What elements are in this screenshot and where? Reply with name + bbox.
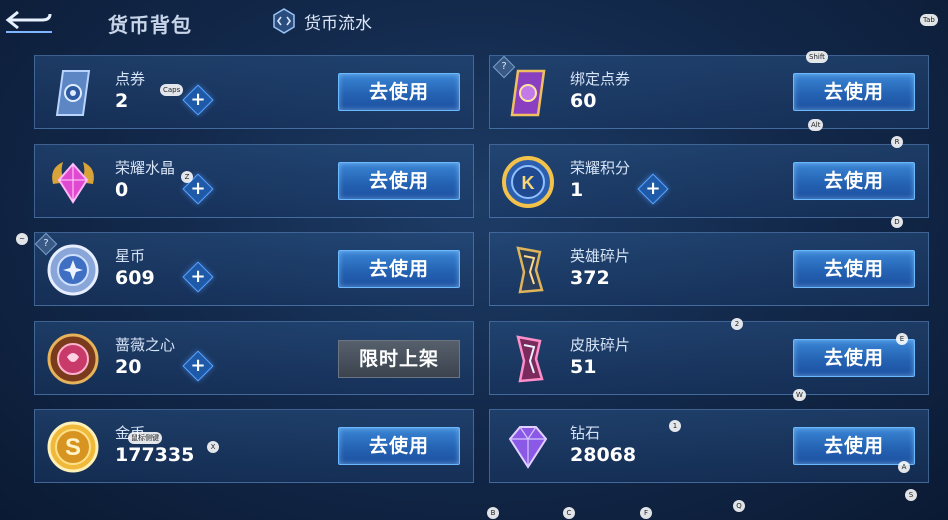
tab-currency-flow[interactable]: 货币流水 <box>272 8 372 34</box>
currency-card-hero-shard: 英雄碎片 372 去使用 <box>489 232 929 306</box>
key-hint: 2 <box>731 318 743 330</box>
currency-value: 0 <box>115 179 129 201</box>
svg-text:K: K <box>522 173 535 193</box>
ticket-icon <box>55 70 91 116</box>
use-button[interactable]: 去使用 <box>338 73 460 111</box>
crystal-icon <box>52 162 94 204</box>
use-button[interactable]: 去使用 <box>338 427 460 465</box>
use-button[interactable]: 去使用 <box>793 73 915 111</box>
star-coin-icon <box>47 244 99 296</box>
use-button[interactable]: 去使用 <box>338 162 460 200</box>
currency-card-crystal: 荣耀水晶 0 + 去使用 <box>34 144 474 218</box>
currency-card-honor-points: K 荣耀积分 1 + 去使用 <box>489 144 929 218</box>
currency-card-diamond: 钻石 28068 去使用 <box>489 409 929 483</box>
key-hint: ~ <box>16 233 28 245</box>
key-hint: F <box>640 507 652 519</box>
currency-value: 20 <box>115 356 142 378</box>
currency-flow-icon <box>273 8 295 34</box>
add-honor-points-button[interactable]: + <box>637 173 669 205</box>
key-hint: R <box>891 136 903 148</box>
currency-card-starcoin: 星币 609 + 去使用 <box>34 232 474 306</box>
currency-value: 28068 <box>570 444 637 466</box>
use-button[interactable]: 去使用 <box>793 339 915 377</box>
page-title: 货币背包 <box>108 13 192 37</box>
currency-name: 荣耀水晶 <box>115 159 176 177</box>
currency-card-bound-ticket: 绑定点券 60 去使用 <box>489 55 929 129</box>
key-hint: Z <box>181 171 193 183</box>
plus-icon: + <box>190 266 206 287</box>
currency-name: 钻石 <box>570 424 601 442</box>
diamond-icon <box>508 426 548 469</box>
key-hint: 1 <box>669 420 681 432</box>
key-hint: X <box>207 441 219 453</box>
use-button[interactable]: 去使用 <box>338 250 460 288</box>
skin-shard-icon <box>516 335 544 383</box>
gold-coin-icon: S <box>47 421 99 473</box>
currency-value: 51 <box>570 356 597 378</box>
limited-time-button: 限时上架 <box>338 340 460 378</box>
currency-card-dianquan: 点券 2 + 去使用 <box>34 55 474 129</box>
currency-value: 609 <box>115 267 155 289</box>
currency-name: 英雄碎片 <box>570 247 631 265</box>
key-hint: E <box>896 333 908 345</box>
add-rose-heart-button[interactable]: + <box>182 350 214 382</box>
add-starcoin-button[interactable]: + <box>182 261 214 293</box>
key-hint: Tab <box>920 14 938 26</box>
key-hint: W <box>793 389 806 401</box>
currency-name: 皮肤碎片 <box>570 336 631 354</box>
currency-card-rose-heart: 蔷薇之心 20 + 限时上架 <box>34 321 474 395</box>
plus-icon: + <box>190 89 206 110</box>
svg-text:S: S <box>65 434 81 461</box>
currency-value: 2 <box>115 90 129 112</box>
currency-name: 荣耀积分 <box>570 159 631 177</box>
currency-value: 60 <box>570 90 597 112</box>
currency-name: 蔷薇之心 <box>115 336 176 354</box>
key-hint: C <box>563 507 575 519</box>
currency-value: 372 <box>570 267 610 289</box>
use-button[interactable]: 去使用 <box>793 250 915 288</box>
rose-heart-icon <box>47 333 99 385</box>
tab-label: 货币流水 <box>304 13 372 34</box>
key-hint: S <box>905 489 917 501</box>
back-button[interactable] <box>2 8 54 34</box>
currency-card-skin-shard: 皮肤碎片 51 去使用 <box>489 321 929 395</box>
key-hint: 鼠标侧键 <box>128 432 162 444</box>
plus-icon: + <box>190 355 206 376</box>
currency-value: 177335 <box>115 444 195 466</box>
use-button[interactable]: 去使用 <box>793 427 915 465</box>
currency-name: 点券 <box>115 70 146 88</box>
key-hint: B <box>487 507 499 519</box>
key-hint: Caps <box>160 84 184 96</box>
key-hint: A <box>898 461 910 473</box>
currency-name: 绑定点券 <box>570 70 631 88</box>
plus-icon: + <box>190 178 206 199</box>
back-arrow-icon <box>5 10 52 33</box>
use-button[interactable]: 去使用 <box>793 162 915 200</box>
plus-icon: + <box>645 178 661 199</box>
key-hint: Shift <box>806 51 828 63</box>
honor-points-icon: K <box>502 156 554 208</box>
key-hint: Q <box>733 500 745 512</box>
hero-shard-icon <box>516 246 544 294</box>
key-hint: Alt <box>808 119 824 131</box>
currency-card-gold: S 金币 177335 去使用 <box>34 409 474 483</box>
currency-name: 星币 <box>115 247 146 265</box>
key-hint: D <box>891 216 903 228</box>
add-dianquan-button[interactable]: + <box>182 84 214 116</box>
currency-value: 1 <box>570 179 584 201</box>
